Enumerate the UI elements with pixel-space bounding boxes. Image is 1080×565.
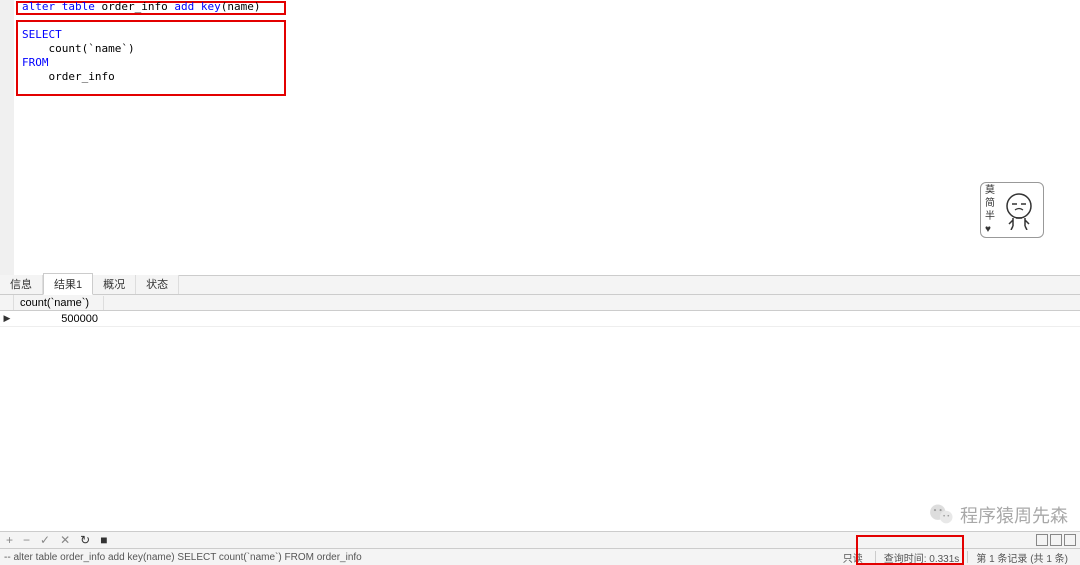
watermark-text: 程序猿周先森 [960,502,1068,528]
identifier: order_info [95,0,174,13]
emoji-sticker: 莫简半♥ [980,182,1044,238]
keyword: add key [174,0,220,13]
cell-value[interactable]: 500000 [14,312,104,326]
refresh-button[interactable]: ↻ [78,533,92,547]
status-query-text: -- alter table order_info add key(name) … [4,552,362,563]
apply-button[interactable]: ✓ [38,533,52,547]
form-view-icon[interactable] [1050,534,1062,546]
status-query-time: 查询时间: 0.331s [876,550,968,565]
delete-row-button[interactable]: − [21,533,32,547]
tab-result1[interactable]: 结果1 [43,273,93,295]
add-row-button[interactable]: + [4,533,15,547]
watermark: 程序猿周先森 [928,501,1068,529]
tab-profile[interactable]: 概况 [93,274,136,294]
text-view-icon[interactable] [1064,534,1076,546]
wechat-icon [928,501,956,529]
grid-header-row: count(`name`) [0,295,1080,311]
keyword: SELECT [22,28,62,41]
status-records: 第 1 条记录 (共 1 条) [968,550,1076,565]
status-readonly: 只读 [831,550,875,565]
row-indicator-icon: ▶ [0,313,14,324]
sticker-face-icon [999,190,1039,230]
sql-editor[interactable]: alter table order_info add key(name) SEL… [0,0,1080,275]
editor-gutter [0,0,14,275]
status-bar: -- alter table order_info add key(name) … [0,549,1080,565]
table-row[interactable]: ▶ 500000 [0,311,1080,327]
keyword: FROM [22,56,49,69]
code-content: alter table order_info add key(name) SEL… [14,0,1080,84]
view-mode-buttons [1036,534,1076,546]
tab-info[interactable]: 信息 [0,274,43,294]
result-grid[interactable]: count(`name`) ▶ 500000 [0,295,1080,327]
sticker-caption: 莫简半♥ [985,184,999,236]
paren: (name) [221,0,261,13]
grid-view-icon[interactable] [1036,534,1048,546]
table-name: order_info [22,70,115,83]
header-indicator [0,295,14,310]
cancel-button[interactable]: ✕ [58,533,72,547]
keyword: alter table [22,0,95,13]
column-header[interactable]: count(`name`) [14,296,104,310]
grid-toolbar: + − ✓ ✕ ↻ ■ [0,531,1080,549]
count-expr: count(`name`) [22,42,135,55]
tab-status[interactable]: 状态 [136,274,179,294]
result-tabs: 信息 结果1 概况 状态 [0,275,1080,295]
stop-button[interactable]: ■ [98,533,109,547]
